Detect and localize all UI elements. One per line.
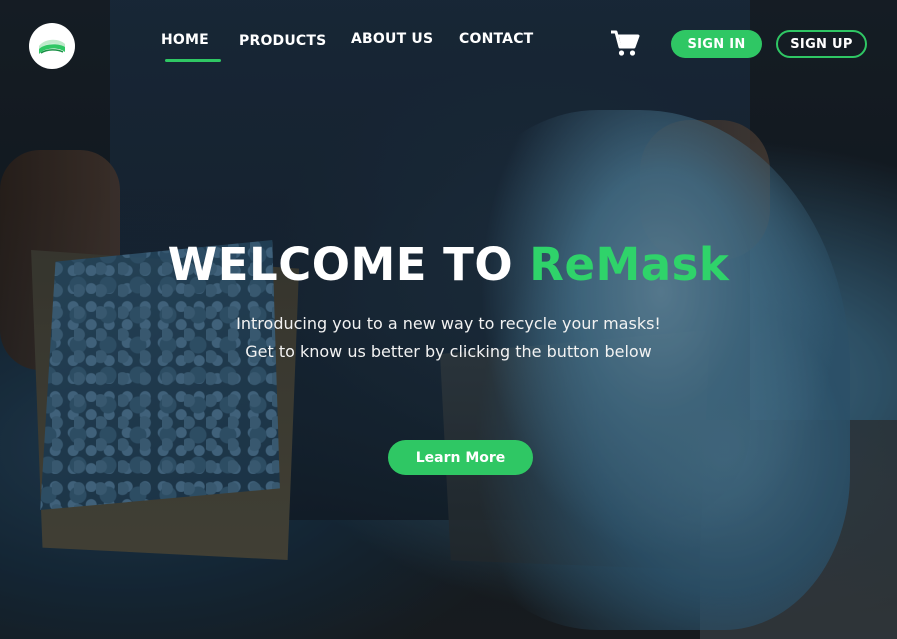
top-navigation: HOME PRODUCTS ABOUT US CONTACT SIGN IN S… [0, 0, 897, 80]
logo[interactable] [29, 23, 75, 69]
shopping-cart-icon[interactable] [610, 29, 640, 57]
sign-in-button[interactable]: SIGN IN [671, 30, 762, 58]
nav-link-home[interactable]: HOME [161, 32, 209, 48]
mask-logo-icon [39, 39, 65, 54]
hero-title: WELCOME TO ReMask [0, 238, 897, 291]
hero-subtitle-line1: Introducing you to a new way to recycle … [236, 314, 661, 333]
nav-link-about-us[interactable]: ABOUT US [351, 31, 433, 47]
hero-title-prefix: WELCOME TO [167, 238, 530, 291]
sign-up-button[interactable]: SIGN UP [776, 30, 867, 58]
nav-link-contact[interactable]: CONTACT [459, 31, 533, 47]
hero-title-brand: ReMask [529, 238, 730, 291]
nav-link-products[interactable]: PRODUCTS [239, 33, 326, 49]
learn-more-button[interactable]: Learn More [388, 440, 533, 475]
hero-subtitle-line2: Get to know us better by clicking the bu… [245, 342, 652, 361]
active-nav-indicator [165, 59, 221, 62]
